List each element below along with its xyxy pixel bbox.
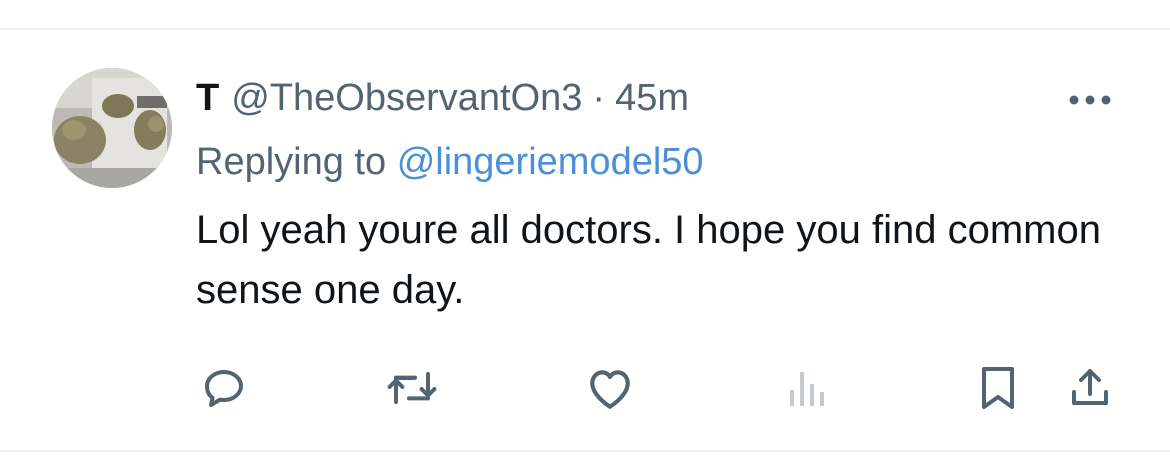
user-handle[interactable]: @TheObservantOn3 bbox=[231, 72, 582, 124]
more-horizontal-icon bbox=[1069, 95, 1111, 105]
more-options-button[interactable] bbox=[1062, 82, 1118, 118]
share-button[interactable] bbox=[1064, 362, 1116, 414]
tweet-header: T @TheObservantOn3 · 45m bbox=[196, 72, 689, 124]
timestamp[interactable]: 45m bbox=[615, 72, 689, 124]
replying-to-line: Replying to @lingeriemodel50 bbox=[196, 136, 704, 188]
separator-dot: · bbox=[592, 77, 606, 119]
share-icon bbox=[1072, 369, 1108, 405]
retweet-icon bbox=[387, 372, 437, 404]
display-name[interactable]: T bbox=[196, 72, 219, 124]
heart-icon bbox=[590, 370, 630, 409]
retweet-button[interactable] bbox=[386, 362, 438, 414]
bottom-divider bbox=[0, 450, 1170, 452]
reply-icon bbox=[205, 370, 243, 407]
bookmark-icon bbox=[982, 367, 1014, 409]
avatar[interactable] bbox=[52, 68, 172, 188]
reply-button[interactable] bbox=[198, 362, 250, 414]
replying-to-label: Replying to bbox=[196, 141, 387, 183]
top-divider bbox=[0, 28, 1170, 30]
views-icon bbox=[790, 372, 824, 406]
tweet-text: Lol yeah youre all doctors. I hope you f… bbox=[196, 208, 1101, 312]
reply-target-link[interactable]: @lingeriemodel50 bbox=[397, 141, 704, 183]
views-button[interactable] bbox=[780, 362, 832, 414]
like-button[interactable] bbox=[584, 362, 636, 414]
bookmark-button[interactable] bbox=[972, 362, 1024, 414]
